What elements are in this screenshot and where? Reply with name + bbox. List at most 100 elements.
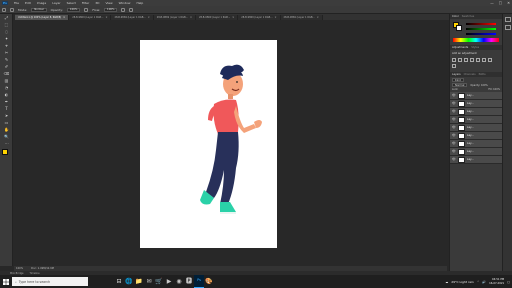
volume-icon[interactable]: 🔊 (482, 280, 486, 284)
kind-filter[interactable]: Kind (452, 78, 464, 82)
layer-row[interactable]: 👁 Lay... (450, 116, 502, 124)
tab-document[interactable]: 28-B-9869 (Layer 1 RGB... × (238, 15, 281, 20)
file-explorer-icon[interactable]: 📁 (134, 275, 144, 288)
crop-tool-icon[interactable]: ⌖ (2, 43, 11, 49)
gradient-tool-icon[interactable]: ▥ (2, 78, 11, 84)
eye-icon[interactable]: 👁 (452, 134, 456, 137)
foreground-color[interactable] (2, 149, 8, 155)
menu-edit[interactable]: Edit (25, 1, 31, 5)
green-slider[interactable] (466, 28, 496, 30)
blue-slider[interactable] (466, 33, 496, 35)
eye-icon[interactable]: 👁 (452, 102, 456, 105)
tab-swatches[interactable]: Swatches (462, 15, 474, 18)
eye-icon[interactable]: 👁 (452, 158, 456, 161)
menu-help[interactable]: Help (136, 1, 143, 5)
exposure-icon[interactable] (470, 58, 474, 62)
pressure-size-icon[interactable] (129, 7, 134, 12)
slice-tool-icon[interactable]: ✂ (2, 50, 11, 56)
move-tool-icon[interactable]: ⤢ (2, 15, 11, 21)
airbrush-icon[interactable] (121, 7, 126, 12)
app-icon[interactable]: 🅿 (184, 275, 194, 288)
vibrance-icon[interactable] (476, 58, 480, 62)
tab-adjustments[interactable]: Adjustments (452, 46, 468, 49)
layer-row[interactable]: 👁 Lay... (450, 92, 502, 100)
magic-wand-icon[interactable]: ✦ (2, 36, 11, 42)
weather-icon[interactable]: ☁ (445, 280, 448, 284)
eye-icon[interactable]: 👁 (452, 150, 456, 153)
more-tools-icon[interactable]: ⋯ (2, 141, 11, 147)
network-icon[interactable]: ⌃ (477, 280, 480, 284)
type-tool-icon[interactable]: T (2, 106, 11, 112)
tab-document[interactable]: 28-B-9869 (Layer 1 RGB... × (195, 15, 239, 20)
eye-icon[interactable]: 👁 (452, 94, 456, 97)
color-swatches[interactable] (2, 149, 11, 158)
tab-document[interactable]: 28-B-9869 (Layer 1 RGB... × (153, 15, 196, 20)
path-selection-icon[interactable]: ➤ (2, 113, 11, 119)
tab-document[interactable]: 28-B-9869 (Layer 1 RGB... × (280, 15, 323, 20)
levels-icon[interactable] (458, 58, 462, 62)
layer-row[interactable]: 👁 Lay... (450, 108, 502, 116)
bg-color-chip[interactable] (456, 25, 462, 31)
blur-tool-icon[interactable]: ◔ (2, 85, 11, 91)
chrome-icon[interactable]: ◉ (174, 275, 184, 288)
tab-document[interactable]: 28-B-9869 (Layer 1 RGB... × (69, 15, 112, 20)
blend-mode-select[interactable]: Normal (452, 83, 468, 87)
notification-icon[interactable]: ▢ (507, 280, 510, 284)
close-icon[interactable]: × (148, 16, 150, 19)
mail-icon[interactable]: ✉ (144, 275, 154, 288)
menu-file[interactable]: File (14, 1, 19, 5)
menu-image[interactable]: Image (37, 1, 46, 5)
photoshop-taskbar-icon[interactable]: Ps (194, 275, 204, 288)
hand-tool-icon[interactable]: ✋ (2, 127, 11, 133)
layer-row[interactable]: 👁 Lay... (450, 156, 502, 164)
minimize-icon[interactable]: — (490, 1, 494, 5)
flow-input[interactable]: 100% (104, 7, 118, 12)
close-icon[interactable]: × (63, 16, 65, 19)
menu-select[interactable]: Select (67, 1, 76, 5)
media-icon[interactable]: ▶ (164, 275, 174, 288)
color-balance-icon[interactable] (488, 58, 492, 62)
tab-channels[interactable]: Channels (464, 73, 476, 76)
dodge-tool-icon[interactable]: ◐ (2, 92, 11, 98)
mode-select[interactable]: Normal (31, 7, 47, 12)
tab-document[interactable]: 28-B-9869 (Layer 1 RGB... × (111, 15, 154, 20)
close-icon[interactable]: × (275, 16, 277, 19)
bw-icon[interactable] (452, 64, 456, 68)
close-icon[interactable]: × (232, 16, 234, 19)
store-icon[interactable]: 🛒 (154, 275, 164, 288)
document-canvas[interactable] (140, 40, 277, 248)
menu-3d[interactable]: 3D (95, 1, 99, 5)
menu-layer[interactable]: Layer (52, 1, 60, 5)
pen-tool-icon[interactable]: ✒ (2, 99, 11, 105)
eye-icon[interactable]: 👁 (452, 126, 456, 129)
maximize-icon[interactable]: □ (499, 1, 502, 5)
healing-brush-icon[interactable]: ✎ (2, 57, 11, 63)
properties-icon[interactable] (505, 25, 511, 30)
task-view-icon[interactable]: ⊟ (114, 275, 124, 288)
brush-tool-icon[interactable] (2, 7, 6, 12)
tab-color[interactable]: Color (452, 15, 459, 18)
zoom-tool-icon[interactable]: 🔍 (2, 134, 11, 140)
pressure-opacity-icon[interactable] (84, 7, 89, 12)
brush-tool-icon[interactable]: ✐ (2, 64, 11, 70)
layer-row[interactable]: 👁 Lay... (450, 140, 502, 148)
layer-row[interactable]: 👁 Lay... (450, 124, 502, 132)
eye-icon[interactable]: 👁 (452, 118, 456, 121)
opacity-input[interactable]: 100% (66, 7, 81, 12)
marquee-tool-icon[interactable]: ⬚ (2, 22, 11, 28)
red-slider[interactable] (466, 23, 496, 25)
lasso-tool-icon[interactable]: ◌ (2, 29, 11, 35)
brush-preset-icon[interactable] (10, 7, 14, 12)
layer-row[interactable]: 👁 Lay... (450, 148, 502, 156)
brightness-icon[interactable] (452, 58, 456, 62)
layer-fill[interactable]: Fill: 100% (488, 88, 500, 91)
close-icon[interactable]: × (190, 16, 192, 19)
eye-icon[interactable]: 👁 (452, 142, 456, 145)
tab-styles[interactable]: Styles (471, 46, 479, 49)
zoom-level[interactable]: 100% (16, 267, 23, 270)
photoshop-logo[interactable]: Ps (2, 1, 8, 5)
layer-row[interactable]: 👁 Lay... (450, 132, 502, 140)
start-button[interactable] (0, 275, 12, 288)
close-icon[interactable]: × (317, 16, 319, 19)
history-icon[interactable] (505, 17, 511, 22)
